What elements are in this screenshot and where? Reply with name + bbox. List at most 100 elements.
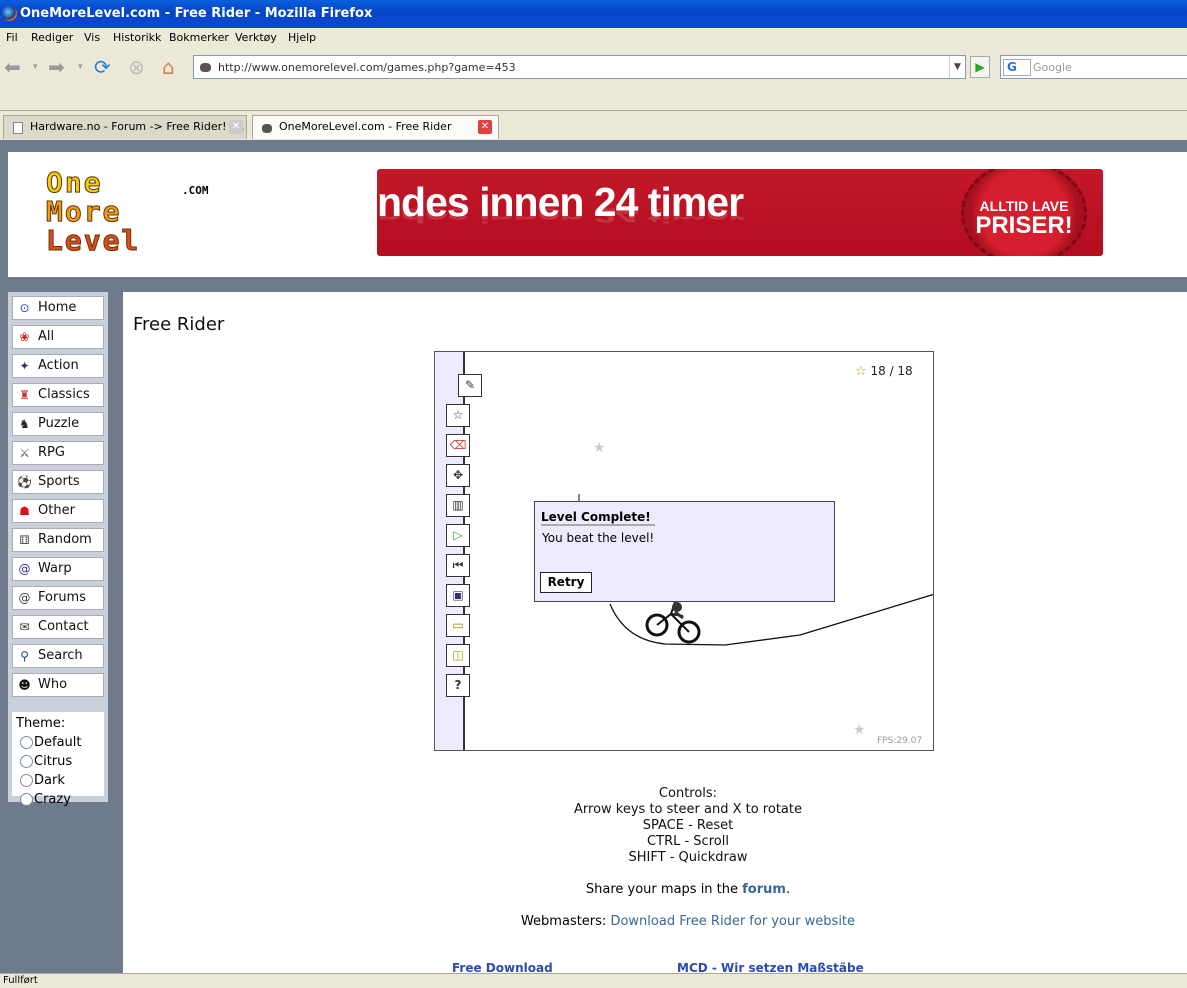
controls-help: Controls: Arrow keys to steer and X to r…: [123, 786, 1187, 866]
left-sidebar: ⊙ Home ❀ All ✦ Action ♜ Classics ♞ Puzzle ⚔ RPG ⚽ Spo…: [0, 287, 118, 973]
action-icon: ✦: [19, 359, 30, 373]
copy-tool-icon[interactable]: ◫: [446, 644, 470, 667]
forward-icon[interactable]: ➡: [48, 55, 65, 79]
home-icon[interactable]: ⌂: [162, 55, 175, 79]
go-button[interactable]: ▶: [970, 56, 990, 78]
back-history-icon[interactable]: ▾: [33, 55, 38, 79]
move-tool-icon[interactable]: ✥: [446, 464, 470, 487]
svg-text:★: ★: [853, 722, 866, 738]
eraser-tool-icon[interactable]: ⌫: [446, 434, 470, 457]
sidebar-item-label: Classics: [38, 387, 90, 402]
help-tool-icon[interactable]: ?: [446, 674, 470, 697]
sword-icon: ⚔: [19, 446, 30, 460]
menu-tools[interactable]: Verktøy: [235, 29, 277, 47]
search-placeholder[interactable]: Google: [1033, 61, 1072, 74]
classics-icon: ♜: [19, 388, 30, 402]
cherry-icon: ❀: [19, 330, 30, 344]
logo-dotcom: .COM: [182, 184, 209, 197]
theme-dark-radio[interactable]: Dark: [16, 771, 100, 790]
sidebar-item-contact[interactable]: ✉ Contact: [12, 615, 104, 639]
menu-file[interactable]: Fil: [6, 29, 18, 47]
site-logo[interactable]: One More Level: [45, 168, 140, 256]
open-tool-icon[interactable]: ▭: [446, 614, 470, 637]
sidebar-item-warp[interactable]: @ Warp: [12, 557, 104, 581]
menu-help[interactable]: Hjelp: [288, 29, 316, 47]
magnifier-icon: ⚲: [20, 649, 29, 663]
person-icon: ☻: [18, 678, 31, 692]
sidebar-item-classics[interactable]: ♜ Classics: [12, 383, 104, 407]
advertisement-banner[interactable]: ndes innen 24 timer ndes innen 24 timer …: [377, 169, 1103, 256]
sidebar-item-label: Random: [38, 532, 92, 547]
sidebar-item-rpg[interactable]: ⚔ RPG: [12, 441, 104, 465]
site-header-frame: One More Level .COM ndes innen 24 timer …: [0, 140, 1187, 287]
sidebar-item-label: Warp: [38, 561, 72, 576]
sidebar-item-forums[interactable]: @ Forums: [12, 586, 104, 610]
site-menu: ⊙ Home ❀ All ✦ Action ♜ Classics ♞ Puzzle ⚔ RPG ⚽ Spo…: [8, 292, 108, 807]
restart-tool-icon[interactable]: ⏮: [446, 554, 470, 577]
tab-hardware-forum[interactable]: Hardware.no - Forum -> Free Rider! -... …: [3, 115, 247, 139]
forum-link[interactable]: forum: [742, 882, 786, 897]
stop-icon[interactable]: ⊗: [128, 55, 145, 79]
sidebar-item-action[interactable]: ✦ Action: [12, 354, 104, 378]
theme-crazy-radio[interactable]: Crazy: [16, 790, 100, 809]
controls-line: SPACE - Reset: [642, 818, 734, 833]
tab-free-rider[interactable]: OneMoreLevel.com - Free Rider ✕: [252, 115, 499, 139]
menu-edit[interactable]: Rediger: [31, 29, 73, 47]
download-free-rider-link[interactable]: Download Free Rider for your website: [610, 914, 855, 929]
webmasters-text: Webmasters: Download Free Rider for your…: [520, 914, 856, 929]
search-box[interactable]: G Google: [1000, 55, 1187, 79]
sidebar-item-puzzle[interactable]: ♞ Puzzle: [12, 412, 104, 436]
back-icon[interactable]: ⬅: [4, 55, 21, 79]
star-tool-icon[interactable]: ☆: [446, 404, 470, 427]
mcd-link[interactable]: MCD - Wir setzen Maßstäbe: [677, 961, 864, 973]
star-count: 18 / 18: [870, 364, 913, 378]
page-icon: [13, 122, 23, 134]
forum-icon: @: [18, 591, 31, 605]
tab-bar: Hardware.no - Forum -> Free Rider! -... …: [0, 110, 1187, 140]
sidebar-item-label: Action: [38, 358, 79, 373]
sidebar-item-other[interactable]: ☗ Other: [12, 499, 104, 523]
address-dropdown-icon[interactable]: ▼: [949, 56, 965, 78]
search-engine-selector[interactable]: G: [1003, 59, 1031, 76]
pencil-tool-icon[interactable]: ✎: [458, 374, 482, 397]
address-bar[interactable]: http://www.onemorelevel.com/games.php?ga…: [193, 55, 966, 79]
menu-view[interactable]: Vis: [84, 29, 100, 47]
close-tab-icon[interactable]: ✕: [478, 120, 492, 134]
close-tab-icon[interactable]: ✕: [229, 120, 243, 134]
page-content: One More Level .COM ndes innen 24 timer …: [0, 140, 1187, 973]
sidebar-item-search[interactable]: ⚲ Search: [12, 644, 104, 668]
menu-bookmarks[interactable]: Bokmerker: [169, 29, 229, 47]
main-panel: Free Rider ★ ★ ✎ ☆ ⌫ ✥ ▥ ▷ ⏮ ▣ ▭ ◫ ? ☆ 1…: [123, 292, 1187, 973]
site-favicon-icon: [262, 124, 272, 133]
theme-citrus-radio[interactable]: Citrus: [16, 752, 100, 771]
save-tool-icon[interactable]: ▣: [446, 584, 470, 607]
price-badge: ALLTID LAVE PRISER!: [961, 169, 1087, 256]
menu-history[interactable]: Historikk: [113, 29, 161, 47]
free-download-link[interactable]: Free Download: [452, 961, 553, 973]
star-counter: ☆ 18 / 18: [855, 364, 913, 379]
controls-line: Controls:: [658, 786, 718, 801]
forward-history-icon[interactable]: ▾: [78, 55, 83, 79]
theme-default-radio[interactable]: Default: [16, 733, 100, 752]
sidebar-item-random[interactable]: ⚅ Random: [12, 528, 104, 552]
sidebar-item-who[interactable]: ☻ Who: [12, 673, 104, 697]
trash-tool-icon[interactable]: ▥: [446, 494, 470, 517]
site-header: One More Level .COM ndes innen 24 timer …: [8, 152, 1187, 277]
sidebar-item-label: All: [38, 329, 55, 344]
envelope-icon: ✉: [19, 620, 30, 634]
sidebar-item-sports[interactable]: ⚽ Sports: [12, 470, 104, 494]
sidebar-item-label: Other: [38, 503, 75, 518]
ball-icon: ⚽: [17, 475, 32, 489]
sidebar-item-home[interactable]: ⊙ Home: [12, 296, 104, 320]
address-text[interactable]: http://www.onemorelevel.com/games.php?ga…: [218, 61, 516, 74]
reload-icon[interactable]: ⟳: [94, 55, 111, 79]
firefox-icon: [2, 6, 17, 21]
retry-button[interactable]: Retry: [540, 572, 592, 593]
game-canvas[interactable]: ★ ★ ✎ ☆ ⌫ ✥ ▥ ▷ ⏮ ▣ ▭ ◫ ? ☆ 18 / 18 FPS:…: [434, 351, 934, 751]
sidebar-item-label: Search: [38, 648, 83, 663]
svg-text:★: ★: [593, 440, 606, 456]
sidebar-item-label: Forums: [38, 590, 86, 605]
play-tool-icon[interactable]: ▷: [446, 524, 470, 547]
sidebar-item-all[interactable]: ❀ All: [12, 325, 104, 349]
controls-line: CTRL - Scroll: [647, 834, 729, 849]
